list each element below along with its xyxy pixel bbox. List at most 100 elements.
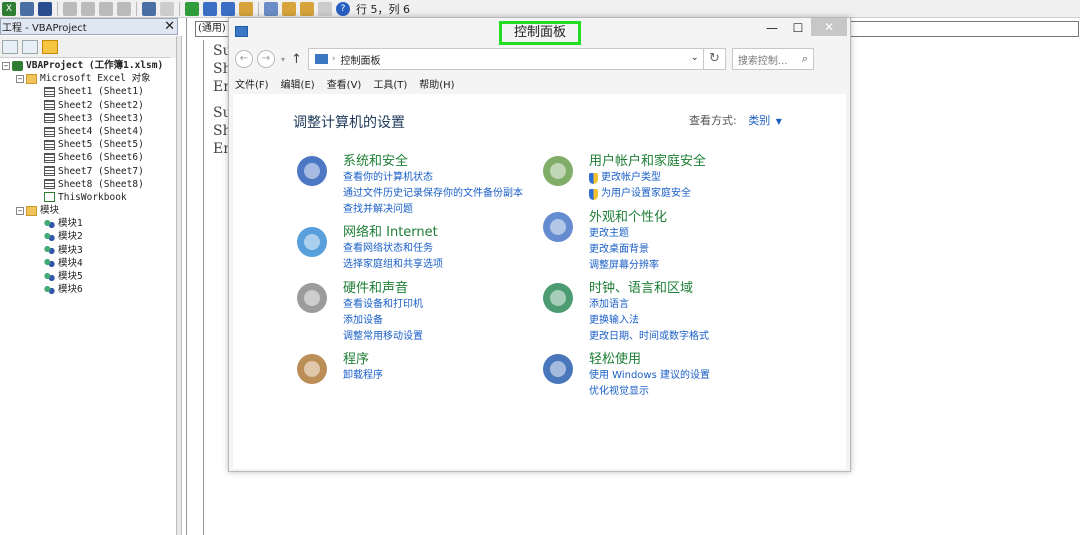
category-link[interactable]: 添加设备: [343, 313, 423, 329]
tree-node[interactable]: Sheet2 (Sheet2): [0, 99, 178, 112]
toggle-folders-button[interactable]: [42, 39, 58, 54]
category-title[interactable]: 轻松使用: [589, 348, 641, 367]
excel-icon[interactable]: X: [2, 1, 16, 16]
ease-of-access-icon[interactable]: [539, 350, 577, 388]
category-link[interactable]: 查看网络状态和任务: [343, 241, 443, 257]
design-mode-icon[interactable]: [239, 1, 253, 16]
category-link[interactable]: 查看你的计算机状态: [343, 170, 523, 186]
minimize-button[interactable]: —: [761, 21, 783, 37]
menu-edit[interactable]: 编辑(E): [281, 76, 315, 92]
collapse-toggle-icon[interactable]: −: [16, 206, 24, 215]
address-bar[interactable]: › 控制面板 ⌄: [307, 48, 704, 70]
run-icon[interactable]: [185, 1, 199, 16]
cut-icon[interactable]: [63, 1, 77, 16]
close-button[interactable]: ✕: [811, 18, 847, 36]
tree-node[interactable]: Sheet7 (Sheet7): [0, 165, 178, 178]
search-icon[interactable]: ⌕: [802, 52, 808, 66]
category-link[interactable]: 更改帐户类型: [589, 170, 691, 186]
category-link[interactable]: 更换输入法: [589, 313, 709, 329]
category-link[interactable]: 选择家庭组和共享选项: [343, 257, 443, 273]
tree-node[interactable]: − 模块: [0, 204, 178, 217]
tree-node[interactable]: Sheet8 (Sheet8): [0, 178, 178, 191]
copy-icon[interactable]: [81, 1, 95, 16]
toolbox-icon[interactable]: [318, 1, 332, 16]
category-title[interactable]: 程序: [343, 348, 369, 367]
search-input[interactable]: 搜索控制... ⌕: [731, 48, 814, 70]
pane-splitter[interactable]: [176, 36, 182, 535]
tree-node[interactable]: Sheet6 (Sheet6): [0, 151, 178, 164]
menu-view[interactable]: 查看(V): [327, 76, 362, 92]
tree-node[interactable]: 模块1: [0, 217, 178, 230]
category-title[interactable]: 网络和 Internet: [343, 221, 438, 240]
stop-icon[interactable]: [221, 1, 235, 16]
tree-node[interactable]: Sheet1 (Sheet1): [0, 85, 178, 98]
back-button[interactable]: ←: [235, 50, 253, 68]
security-shield-icon[interactable]: [293, 152, 331, 190]
insert-userform-icon[interactable]: [20, 1, 34, 16]
control-panel-titlebar[interactable]: 控制面板 — ☐ ✕: [229, 18, 850, 45]
category-title[interactable]: 系统和安全: [343, 150, 408, 169]
tree-node[interactable]: − VBAProject (工作簿1.xlsm): [0, 59, 178, 72]
tree-node[interactable]: ThisWorkbook: [0, 191, 178, 204]
category-link[interactable]: 优化视觉显示: [589, 384, 710, 400]
menu-help[interactable]: 帮助(H): [419, 76, 454, 92]
category-link[interactable]: 调整屏幕分辨率: [589, 258, 659, 274]
printer-speaker-icon[interactable]: [293, 279, 331, 317]
chevron-right-icon[interactable]: ›: [332, 54, 336, 64]
category-link[interactable]: 查看设备和打印机: [343, 297, 423, 313]
tree-node[interactable]: 模块3: [0, 244, 178, 257]
forward-button[interactable]: →: [257, 50, 275, 68]
menu-tools[interactable]: 工具(T): [373, 76, 407, 92]
project-explorer-icon[interactable]: [264, 1, 278, 16]
tree-node[interactable]: 模块6: [0, 283, 178, 296]
collapse-toggle-icon[interactable]: −: [16, 74, 24, 83]
tree-node[interactable]: − Microsoft Excel 对象: [0, 72, 178, 85]
find-icon[interactable]: [117, 1, 131, 16]
chevron-down-icon[interactable]: ⌄: [691, 52, 699, 63]
up-button[interactable]: ↑: [291, 52, 302, 67]
view-code-button[interactable]: [2, 39, 18, 54]
refresh-button[interactable]: ↻: [703, 48, 726, 70]
tree-node[interactable]: Sheet4 (Sheet4): [0, 125, 178, 138]
category-link[interactable]: 添加语言: [589, 297, 709, 313]
display-palette-icon[interactable]: [539, 208, 577, 246]
collapse-toggle-icon[interactable]: −: [2, 61, 10, 70]
category-link[interactable]: 更改桌面背景: [589, 242, 659, 258]
maximize-button[interactable]: ☐: [787, 21, 809, 37]
category-link[interactable]: 为用户设置家庭安全: [589, 186, 691, 202]
category-link[interactable]: 使用 Windows 建议的设置: [589, 368, 710, 384]
breadcrumb[interactable]: 控制面板: [341, 52, 381, 67]
redo-icon[interactable]: [160, 1, 174, 16]
paste-icon[interactable]: [99, 1, 113, 16]
category-link[interactable]: 调整常用移动设置: [343, 329, 423, 345]
caret-down-icon[interactable]: ▼: [776, 117, 782, 126]
tree-node[interactable]: Sheet3 (Sheet3): [0, 112, 178, 125]
category-title[interactable]: 硬件和声音: [343, 277, 408, 296]
view-by-dropdown[interactable]: 类别: [748, 114, 770, 127]
help-icon[interactable]: ?: [336, 1, 350, 16]
category-link[interactable]: 更改主题: [589, 226, 659, 242]
pause-icon[interactable]: [203, 1, 217, 16]
clock-globe-icon[interactable]: [539, 279, 577, 317]
save-icon[interactable]: [38, 1, 52, 16]
object-browser-icon[interactable]: [300, 1, 314, 16]
category-title[interactable]: 外观和个性化: [589, 206, 667, 225]
category-link[interactable]: 卸载程序: [343, 368, 383, 384]
view-object-button[interactable]: [22, 39, 38, 54]
category-title[interactable]: 用户帐户和家庭安全: [589, 150, 706, 169]
users-icon[interactable]: [539, 152, 577, 190]
close-icon[interactable]: ✕: [164, 19, 175, 34]
tree-node[interactable]: 模块4: [0, 257, 178, 270]
recent-locations-dropdown[interactable]: ▾: [281, 55, 285, 64]
category-link[interactable]: 通过文件历史记录保存你的文件备份副本: [343, 186, 523, 202]
category-link[interactable]: 更改日期、时间或数字格式: [589, 329, 709, 345]
category-title[interactable]: 时钟、语言和区域: [589, 277, 693, 296]
undo-icon[interactable]: [142, 1, 156, 16]
properties-icon[interactable]: [282, 1, 296, 16]
programs-box-icon[interactable]: [293, 350, 331, 388]
network-globe-icon[interactable]: [293, 223, 331, 261]
category-link[interactable]: 查找并解决问题: [343, 202, 523, 218]
tree-node[interactable]: 模块5: [0, 270, 178, 283]
tree-node[interactable]: 模块2: [0, 230, 178, 243]
tree-node[interactable]: Sheet5 (Sheet5): [0, 138, 178, 151]
